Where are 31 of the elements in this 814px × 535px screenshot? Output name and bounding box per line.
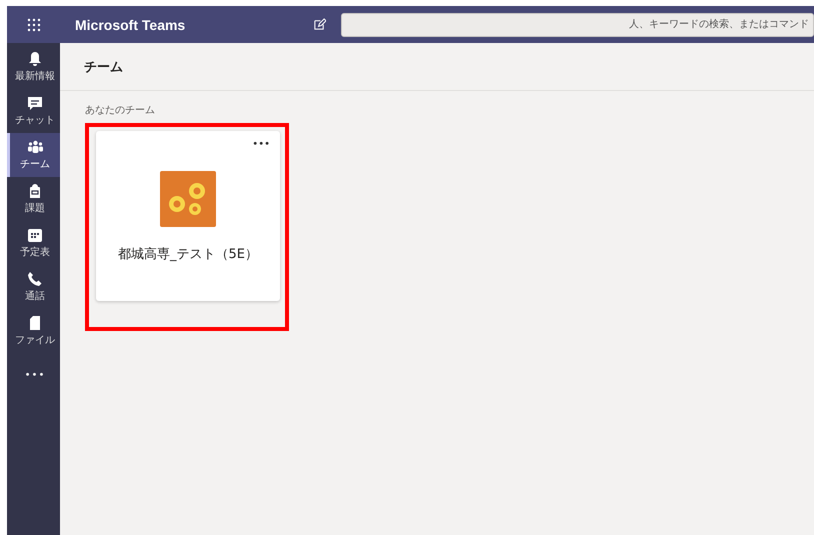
sidebar-item[interactable]: チャット <box>7 89 60 133</box>
phone-icon <box>27 271 43 287</box>
sidebar-label: 課題 <box>25 202 45 215</box>
sidebar-label: 通話 <box>25 290 45 303</box>
file-icon <box>27 315 43 331</box>
compose-icon[interactable] <box>313 18 326 31</box>
chat-icon <box>27 95 43 111</box>
sidebar-label: 最新情報 <box>15 70 55 83</box>
more-options-button[interactable]: ••• <box>252 139 270 150</box>
sidebar-item[interactable]: 予定表 <box>7 221 60 265</box>
sidebar-item[interactable]: 最新情報 <box>7 45 60 89</box>
calendar-icon <box>27 227 43 243</box>
search-field[interactable]: 人、キーワードの検索、またはコマンド <box>341 12 814 36</box>
team-name: 都城高専_テスト（5E） <box>118 246 258 263</box>
sidebar-label: チャット <box>15 114 55 127</box>
section-label: あなたのチーム <box>85 104 156 117</box>
team-card[interactable]: ••• 都城高専_テスト（5E） <box>96 131 280 301</box>
sidebar-item[interactable]: チーム <box>7 133 60 177</box>
people-icon <box>26 139 44 155</box>
sidebar-label: チーム <box>20 158 50 171</box>
sidebar-item[interactable]: 課題 <box>7 177 60 221</box>
app-title: Microsoft Teams <box>75 16 186 32</box>
bell-icon <box>27 51 43 67</box>
app-launcher-icon[interactable] <box>27 18 41 32</box>
sidebar-label: 予定表 <box>20 246 50 259</box>
sidebar-item[interactable]: 通話 <box>7 265 60 309</box>
sidebar-item[interactable]: ファイル <box>7 309 60 353</box>
sidebar-label: ファイル <box>15 334 55 347</box>
page-title: チーム <box>84 58 123 76</box>
bag-icon <box>27 183 43 199</box>
sidebar-item[interactable]: ••• <box>7 353 60 397</box>
